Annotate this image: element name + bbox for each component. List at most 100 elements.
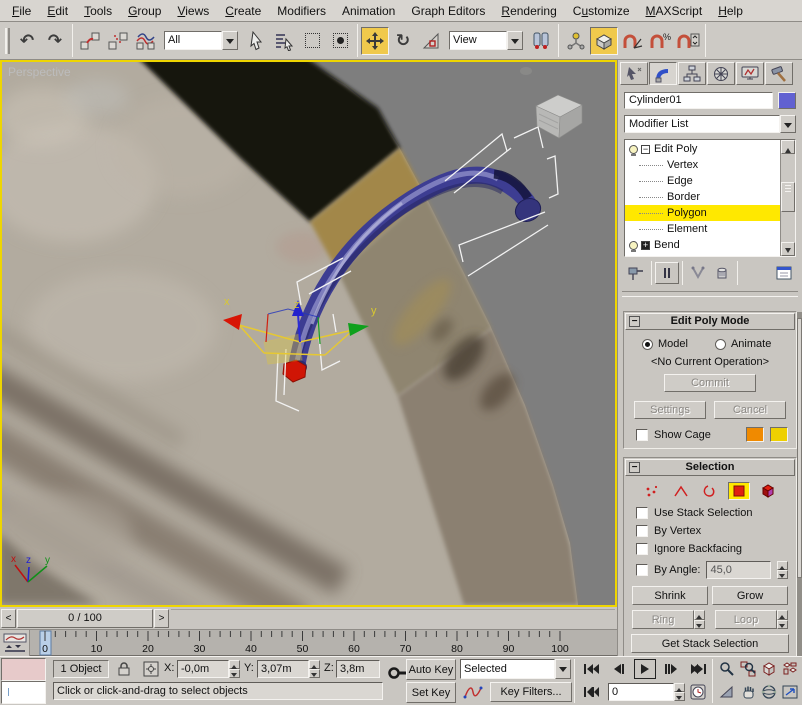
key-filter-arrow[interactable] [555, 659, 571, 679]
undo-icon[interactable]: ↶ [13, 27, 41, 55]
ring-button[interactable]: Ring [632, 610, 694, 629]
viewport-label[interactable]: Perspective [8, 65, 71, 79]
show-cage-checkbox[interactable] [636, 429, 648, 441]
spinner-snap-toggle-icon[interactable] [674, 27, 702, 55]
bind-to-space-warp-icon[interactable] [132, 27, 160, 55]
select-by-name-icon[interactable] [270, 27, 298, 55]
menu-help[interactable]: Help [710, 2, 751, 20]
subobject-polygon-icon[interactable] [728, 482, 750, 500]
absolute-offset-mode-icon[interactable] [141, 659, 161, 679]
field-of-view-icon[interactable] [716, 682, 738, 702]
current-frame-field[interactable]: 0 [608, 683, 674, 701]
select-and-uniform-scale-icon[interactable] [417, 27, 445, 55]
configure-modifier-sets-icon[interactable] [772, 262, 796, 284]
use-pivot-point-center-icon[interactable] [527, 27, 555, 55]
stack-item-polygon[interactable]: Polygon [625, 205, 780, 221]
coord-y-spinner[interactable] [309, 660, 320, 678]
menu-create[interactable]: Create [217, 2, 269, 20]
ring-spinner[interactable] [694, 610, 705, 629]
modifier-stack-scrollbar[interactable] [780, 140, 795, 256]
rollout-header-selection[interactable]: − Selection [625, 459, 795, 476]
reference-coordinate-arrow[interactable] [507, 31, 523, 50]
stack-item-edit-poly[interactable]: −Edit Poly [625, 141, 780, 157]
tab-create[interactable] [620, 62, 648, 85]
selection-filter-dropdown[interactable]: All [164, 31, 238, 50]
stack-item-element[interactable]: Element [625, 221, 780, 237]
expand-toggle-icon[interactable]: − [641, 145, 650, 154]
menu-maxscript[interactable]: MAXScript [638, 2, 711, 20]
by-angle-checkbox[interactable] [636, 564, 648, 576]
cage-selected-color-swatch[interactable] [770, 427, 788, 442]
by-vertex-checkbox[interactable] [636, 525, 648, 537]
tab-display[interactable] [736, 62, 764, 85]
by-angle-field[interactable]: 45,0 [706, 561, 771, 579]
go-to-end-icon[interactable] [688, 659, 710, 679]
coord-x-spinner[interactable] [229, 660, 240, 678]
go-to-start-icon[interactable] [580, 659, 602, 679]
subobject-edge-icon[interactable] [670, 482, 692, 500]
redo-icon[interactable]: ↷ [41, 27, 69, 55]
viewport-perspective[interactable]: x y z x z y Perspective [0, 60, 617, 607]
object-color-swatch[interactable] [778, 92, 796, 109]
track-bar-ruler[interactable]: 0102030405060708090100 [30, 630, 617, 656]
coord-x-field[interactable]: -0,0m [177, 660, 229, 678]
scroll-down-arrow[interactable] [781, 242, 795, 256]
expand-toggle-icon[interactable]: + [641, 241, 650, 250]
modifier-on-off-bulb-icon[interactable] [629, 241, 638, 250]
zoom-icon[interactable] [716, 659, 738, 679]
menu-customize[interactable]: Customize [565, 2, 638, 20]
default-tangents-icon[interactable] [460, 682, 486, 702]
menu-graph-editors[interactable]: Graph Editors [403, 2, 493, 20]
menu-file[interactable]: File [4, 2, 39, 20]
remove-modifier-icon[interactable] [710, 262, 734, 284]
menu-views[interactable]: Views [169, 2, 217, 20]
key-mode-toggle-icon[interactable] [580, 682, 602, 702]
modifier-list-arrow[interactable] [780, 115, 796, 133]
menu-tools[interactable]: Tools [76, 2, 120, 20]
snaps-toggle-3d-icon[interactable] [590, 27, 618, 55]
select-object-icon[interactable] [242, 27, 270, 55]
menu-animation[interactable]: Animation [334, 2, 403, 20]
unlink-selection-icon[interactable] [104, 27, 132, 55]
select-and-rotate-icon[interactable]: ↻ [389, 27, 417, 55]
coord-z-field[interactable]: 3,8m [336, 660, 380, 678]
angle-snap-toggle-icon[interactable] [618, 27, 646, 55]
tab-modify[interactable] [649, 62, 677, 85]
time-configuration-icon[interactable] [688, 682, 708, 702]
zoom-extents-icon[interactable] [758, 659, 780, 679]
selection-filter-arrow[interactable] [222, 31, 238, 50]
ignore-backfacing-checkbox[interactable] [636, 543, 648, 555]
pin-stack-icon[interactable] [624, 262, 648, 284]
open-mini-curve-editor-button[interactable] [0, 630, 30, 656]
modifier-on-off-bulb-icon[interactable] [629, 145, 638, 154]
show-end-result-icon[interactable] [655, 262, 679, 284]
subobject-border-icon[interactable] [699, 482, 721, 500]
key-filters-button[interactable]: Key Filters... [490, 682, 572, 702]
rollout-header-edit-poly-mode[interactable]: − Edit Poly Mode [625, 313, 795, 330]
command-panel-scroll-thumb[interactable] [797, 318, 802, 578]
loop-spinner[interactable] [777, 610, 788, 629]
min-max-toggle-icon[interactable] [779, 682, 801, 702]
tab-utilities[interactable] [765, 62, 793, 85]
select-and-manipulate-icon[interactable] [562, 27, 590, 55]
next-frame-arrow-button[interactable]: > [154, 609, 169, 628]
loop-button[interactable]: Loop [715, 610, 777, 629]
macro-recorder-mini-listener[interactable] [1, 658, 46, 681]
scroll-thumb[interactable] [781, 182, 795, 212]
previous-frame-icon[interactable] [608, 659, 630, 679]
stack-item-bend[interactable]: +Bend [625, 237, 780, 253]
key-filter-dropdown[interactable]: Selected [460, 659, 571, 679]
cage-color-swatch[interactable] [746, 427, 764, 442]
scroll-up-arrow[interactable] [781, 140, 795, 154]
tab-hierarchy[interactable] [678, 62, 706, 85]
set-key-button[interactable]: Set Key [406, 682, 456, 703]
next-frame-icon[interactable] [660, 659, 682, 679]
window-crossing-toggle-icon[interactable] [326, 27, 354, 55]
percent-snap-toggle-icon[interactable]: % [646, 27, 674, 55]
object-name-field[interactable]: Cylinder01 [624, 92, 773, 109]
grow-button[interactable]: Grow [712, 586, 788, 605]
animate-radio[interactable] [715, 339, 726, 350]
cancel-button[interactable]: Cancel [714, 401, 786, 419]
subobject-element-icon[interactable] [757, 482, 779, 500]
stack-item-border[interactable]: Border [625, 189, 780, 205]
